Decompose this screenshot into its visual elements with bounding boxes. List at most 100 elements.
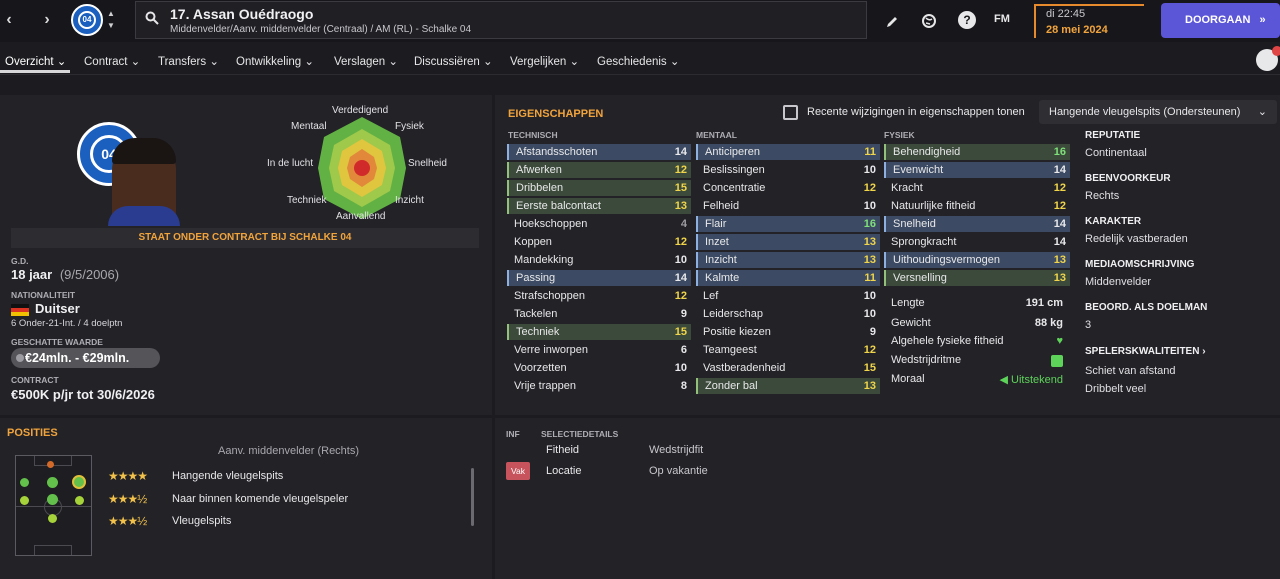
search-icon [145, 11, 159, 25]
attribute-row[interactable]: Flair 16 [696, 216, 880, 232]
tab-compare[interactable]: Vergelijken ⌄ [510, 54, 579, 68]
position-dot-st [47, 461, 54, 468]
attribute-row[interactable]: Anticiperen 11 [696, 144, 880, 160]
attribute-row[interactable]: Leiderschap 10 [696, 306, 880, 322]
attribute-row[interactable]: Afstandsschoten 14 [507, 144, 691, 160]
fm-button[interactable]: FM [994, 13, 1010, 33]
radar-label-mental: Mentaal [291, 121, 327, 132]
tab-label: Ontwikkeling [236, 56, 302, 68]
attribute-name: Tackelen [514, 308, 558, 320]
attribute-name: Positie kiezen [703, 326, 771, 338]
traits-link[interactable]: SPELERSKWALITEITEN › [1085, 346, 1206, 357]
morale-arrow-icon: ◀ [999, 374, 1012, 386]
attribute-row[interactable]: Kalmte 11 [696, 270, 880, 286]
fitness-row: Algehele fysieke fitheid ♥ [891, 335, 1067, 347]
trait-item: Dribbelt veel [1085, 383, 1147, 395]
club-badge[interactable]: 04 [71, 4, 103, 36]
attribute-value: 13 [863, 254, 876, 266]
globe-icon[interactable] [921, 11, 937, 31]
attribute-row[interactable]: Kracht 12 [884, 180, 1070, 196]
attribute-row[interactable]: Versnelling 13 [884, 270, 1070, 286]
attribute-row[interactable]: Afwerken 12 [507, 162, 691, 178]
caps: 6 Onder-21-Int. / 4 doelptn [11, 318, 123, 329]
tab-transfers[interactable]: Transfers ⌄ [158, 54, 219, 68]
attribute-value: 14 [1053, 164, 1066, 176]
attribute-value: 10 [674, 254, 687, 266]
recent-changes-label: Recente wijzigingen in eigenschappen ton… [807, 106, 1025, 118]
tab-history[interactable]: Geschiedenis ⌄ [597, 54, 680, 68]
recent-changes-checkbox[interactable] [783, 105, 798, 120]
tab-reports[interactable]: Verslagen ⌄ [334, 54, 398, 68]
search-box[interactable]: 17. Assan Ouédraogo Middenvelder/Aanv. m… [135, 1, 867, 39]
attribute-row[interactable]: Positie kiezen 9 [696, 324, 880, 340]
tab-label: Contract [84, 56, 128, 68]
attribute-name: Techniek [516, 326, 560, 338]
attribute-row[interactable]: Passing 14 [507, 270, 691, 286]
attribute-row[interactable]: Concentratie 12 [696, 180, 880, 196]
character-label: KARAKTER [1085, 216, 1142, 227]
tab-development[interactable]: Ontwikkeling ⌄ [236, 54, 314, 68]
attribute-row[interactable]: Sprongkracht 14 [884, 234, 1070, 250]
attribute-row[interactable]: Uithoudingsvermogen 13 [884, 252, 1070, 268]
weight-value: 88 kg [1034, 317, 1063, 329]
attribute-name: Evenwicht [893, 164, 944, 176]
attribute-value: 12 [674, 290, 687, 302]
attribute-row[interactable]: Teamgeest 12 [696, 342, 880, 358]
attribute-row[interactable]: Inzicht 13 [696, 252, 880, 268]
tab-label: Discussiëren [414, 56, 480, 68]
continue-button-label: DOORGAAN [1185, 14, 1251, 26]
forward-icon[interactable]: › [40, 11, 54, 29]
tab-contract[interactable]: Contract ⌄ [84, 54, 140, 68]
chevron-up-icon[interactable]: ▲ [107, 9, 117, 19]
attribute-row[interactable]: Snelheid 14 [884, 216, 1070, 232]
positions-scrollbar[interactable] [471, 468, 474, 526]
attribute-row[interactable]: Dribbelen 15 [507, 180, 691, 196]
tab-overview[interactable]: Overzicht ⌄ [5, 54, 66, 68]
mental-header: MENTAAL [696, 130, 737, 140]
attribute-row[interactable]: Lef 10 [696, 288, 880, 304]
attribute-row[interactable]: Behendigheid 16 [884, 144, 1070, 160]
attribute-row[interactable]: Eerste balcontact 13 [507, 198, 691, 214]
attribute-row[interactable]: Koppen 12 [507, 234, 691, 250]
technical-header: TECHNISCH [508, 130, 558, 140]
attribute-row[interactable]: Felheid 10 [696, 198, 880, 214]
attribute-row[interactable]: Evenwicht 14 [884, 162, 1070, 178]
attribute-value: 14 [1053, 218, 1066, 230]
gk-rating-label: BEOORD. ALS DOELMAN [1085, 302, 1208, 313]
fitness-status-label: Fitheid [546, 444, 580, 456]
attribute-value: 12 [1053, 200, 1066, 212]
weight-label: Gewicht [891, 317, 931, 329]
pencil-icon[interactable] [885, 12, 899, 32]
attribute-row[interactable]: Inzet 13 [696, 234, 880, 250]
attribute-name: Inzicht [705, 254, 737, 266]
attribute-row[interactable]: Vrije trappen 8 [507, 378, 691, 394]
attribute-row[interactable]: Tackelen 9 [507, 306, 691, 322]
help-icon[interactable]: ? [958, 11, 976, 29]
back-icon[interactable]: ‹ [2, 11, 16, 29]
tab-label: Geschiedenis [597, 56, 667, 68]
tab-discuss[interactable]: Discussiëren ⌄ [414, 54, 493, 68]
value-label: GESCHATTE WAARDE [11, 337, 103, 347]
attribute-row[interactable]: Strafschoppen 12 [507, 288, 691, 304]
attribute-row[interactable]: Zonder bal 13 [696, 378, 880, 394]
role-name: Vleugelspits [172, 515, 232, 527]
attribute-row[interactable]: Verre inworpen 6 [507, 342, 691, 358]
club-badge-text: 04 [78, 11, 96, 29]
chevron-down-icon[interactable]: ▼ [107, 21, 117, 31]
attribute-row[interactable]: Natuurlijke fitheid 12 [884, 198, 1070, 214]
player-photo-shirt [108, 206, 180, 226]
attribute-row[interactable]: Techniek 15 [507, 324, 691, 340]
position-dot-mc [47, 494, 58, 505]
attribute-name: Natuurlijke fitheid [891, 200, 976, 212]
attribute-row[interactable]: Beslissingen 10 [696, 162, 880, 178]
attribute-row[interactable]: Hoekschoppen 4 [507, 216, 691, 232]
attribute-name: Behendigheid [893, 146, 961, 158]
attribute-row[interactable]: Mandekking 10 [507, 252, 691, 268]
role-select[interactable]: Hangende vleugelspits (Ondersteunen) ⌄ [1039, 100, 1277, 124]
continue-button[interactable]: DOORGAAN » [1161, 3, 1280, 38]
location-value: Op vakantie [649, 465, 708, 477]
radar-label-physical: Fysiek [395, 121, 424, 132]
attribute-row[interactable]: Voorzetten 10 [507, 360, 691, 376]
attribute-row[interactable]: Vastberadenheid 15 [696, 360, 880, 376]
match-rhythm-label: Wedstrijdritme [891, 354, 962, 366]
